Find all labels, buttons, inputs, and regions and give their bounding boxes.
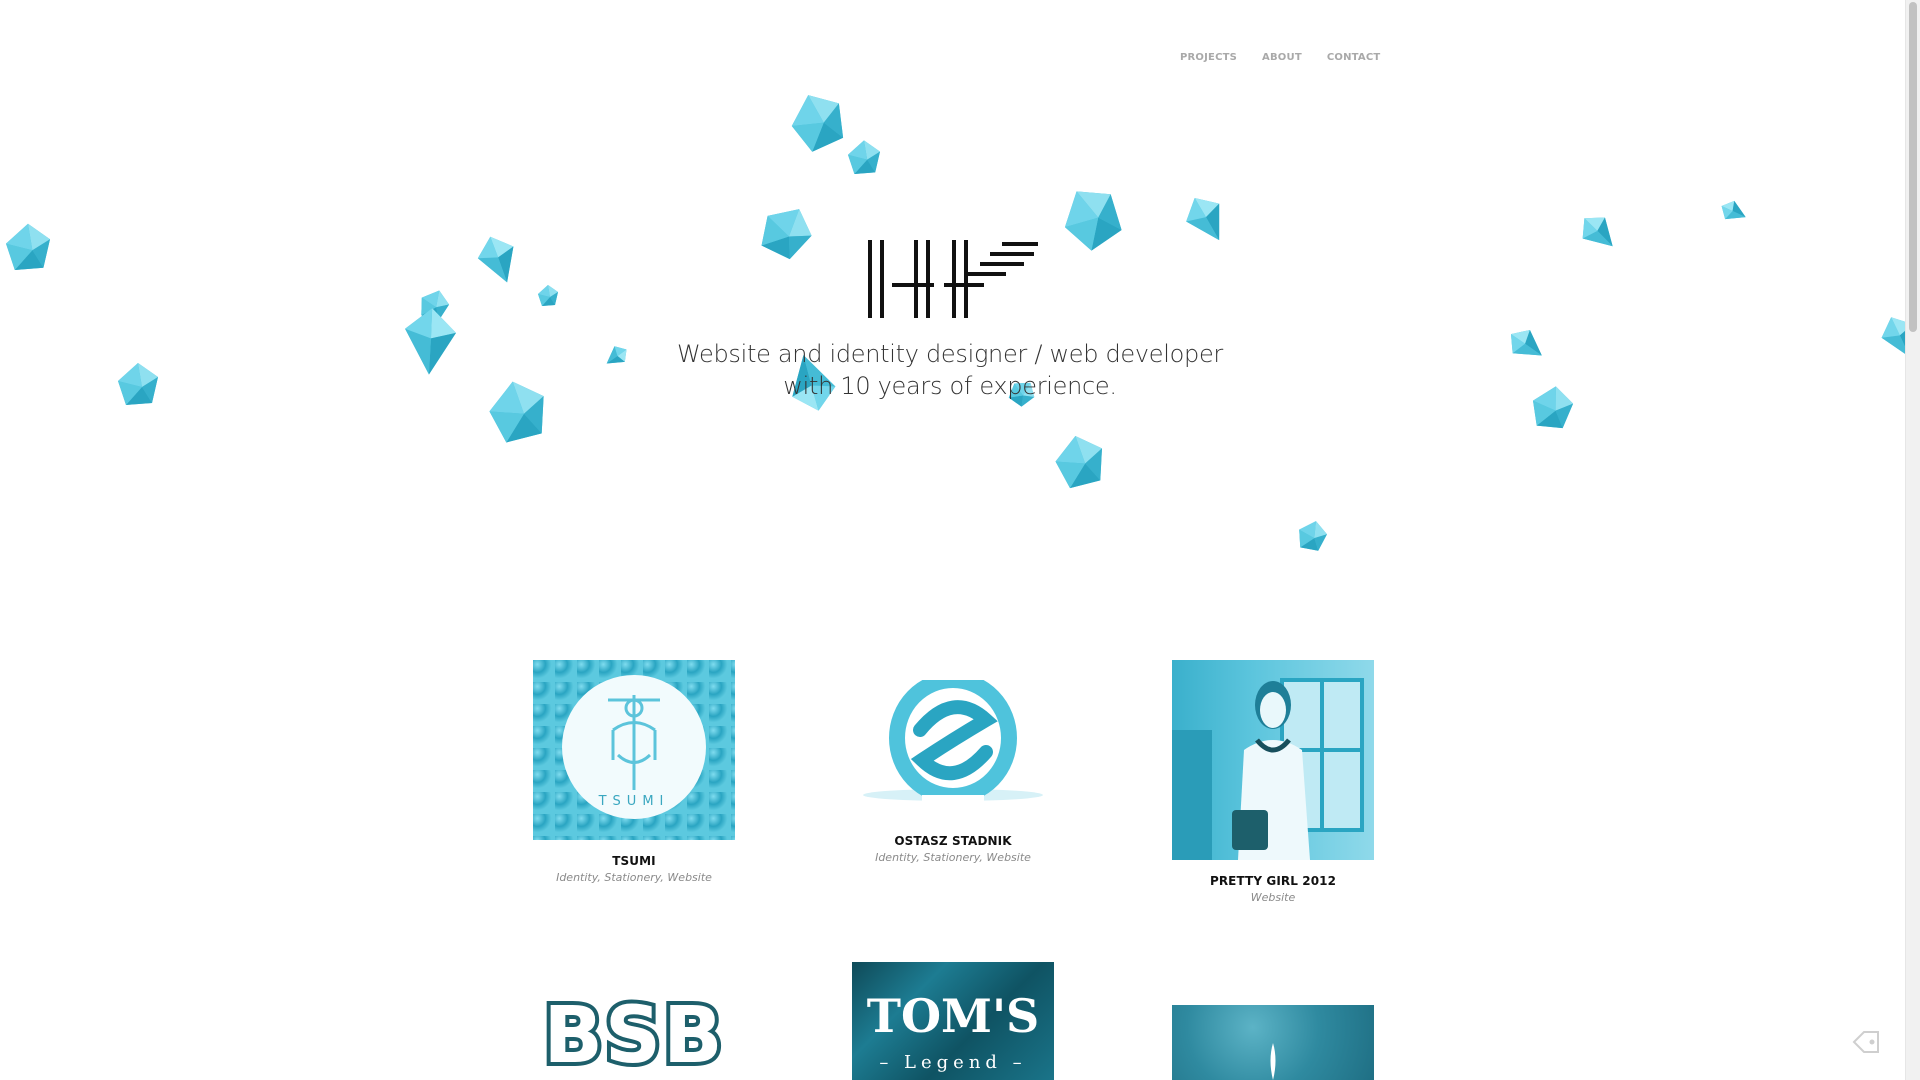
toms-thumb-subtitle: – Legend –: [879, 1052, 1026, 1073]
nav-contact[interactable]: CONTACT: [1327, 52, 1381, 63]
project-thumb-bsb: BSB BSB: [533, 980, 735, 1080]
project-card-toms-legend[interactable]: TOM'S – Legend –: [852, 962, 1054, 1080]
crystal: [485, 376, 551, 445]
crystal: [753, 197, 820, 265]
crystal: [1573, 207, 1623, 258]
crystal: [5, 223, 50, 270]
page-scrollbar[interactable]: [1905, 0, 1920, 1080]
tagline-line-2: with 10 years of experience.: [783, 372, 1117, 400]
tagline-line-1: Website and identity designer / web deve…: [677, 340, 1223, 368]
nav-about[interactable]: ABOUT: [1262, 52, 1302, 63]
crystal: [118, 363, 158, 405]
tag-icon[interactable]: [1852, 1030, 1880, 1054]
crystal: [1294, 517, 1330, 554]
project-thumb-ostasz-stadnik: [852, 660, 1054, 820]
tsumi-thumb-text: TSUMI: [598, 794, 670, 809]
crystal: [783, 86, 852, 156]
project-tags: Website: [1250, 891, 1296, 904]
top-nav: PROJECTS ABOUT CONTACT: [1180, 52, 1380, 63]
crystal: [1502, 322, 1550, 369]
bsb-thumb-text-fill: BSB: [543, 991, 724, 1080]
crystal: [848, 140, 880, 174]
tsumi-emblem: TSUMI: [562, 675, 706, 819]
hf-logo: [868, 240, 1038, 318]
crystal: [601, 341, 632, 371]
project-card-bsb[interactable]: BSB BSB: [533, 980, 735, 1080]
project-card-pretty-girl-2012[interactable]: PRETTY GIRL 2012 Website: [1172, 660, 1374, 904]
crystal: [1716, 196, 1750, 228]
project-thumb-toms: TOM'S – Legend –: [852, 962, 1054, 1080]
crystal: [416, 285, 453, 323]
crystal: [1052, 177, 1131, 257]
project-tags: Identity, Stationery, Website: [875, 851, 1031, 864]
crystal: [1528, 382, 1576, 432]
project-card-6[interactable]: [1172, 1005, 1374, 1080]
page: PROJECTS ABOUT CONTACT Website and ident…: [0, 0, 1920, 1080]
pretty-girl-photo: [1172, 678, 1364, 860]
project-thumb-pretty-girl: [1172, 660, 1374, 860]
project-thumb-tsumi: TSUMI: [533, 660, 735, 840]
toms-legend-logo: TOM'S – Legend –: [867, 989, 1040, 1073]
project-tags: Identity, Stationery, Website: [556, 871, 712, 884]
project-card-ostasz-stadnik[interactable]: OSTASZ STADNIK Identity, Stationery, Web…: [852, 660, 1054, 864]
project-title: OSTASZ STADNIK: [894, 834, 1012, 848]
bsb-logo: BSB BSB: [539, 987, 726, 1080]
project-title: TSUMI: [612, 854, 656, 868]
ostasz-emblem: [863, 662, 1043, 805]
project-title: PRETTY GIRL 2012: [1209, 874, 1337, 888]
crystal: [399, 304, 459, 378]
nav-projects[interactable]: PROJECTS: [1180, 52, 1237, 63]
crystal: [1051, 431, 1108, 490]
crystal: [538, 285, 558, 306]
water-drop-photo: [1270, 1043, 1276, 1080]
crystal: [1178, 189, 1234, 250]
project-card-tsumi[interactable]: TSUMI TSUMI Identity, Stationery, Websit…: [533, 660, 735, 884]
scrollbar-thumb[interactable]: [1909, 2, 1917, 332]
tagline: Website and identity designer / web deve…: [660, 338, 1240, 402]
toms-thumb-title: TOM'S: [867, 989, 1040, 1043]
project-thumb-6: [1172, 1005, 1374, 1080]
crystal: [473, 231, 522, 289]
